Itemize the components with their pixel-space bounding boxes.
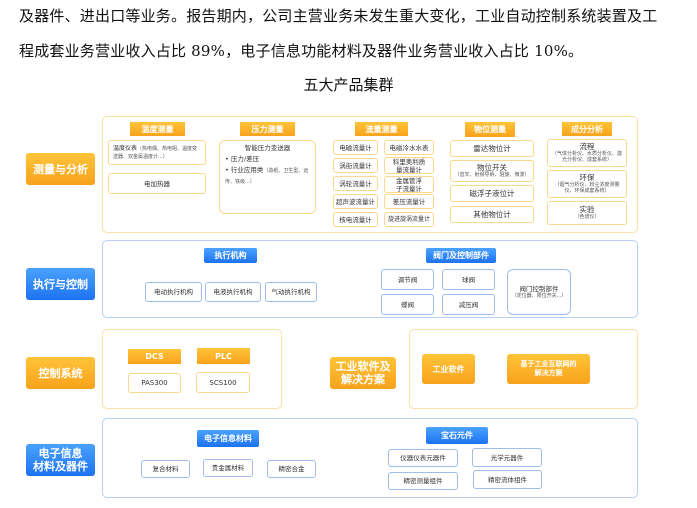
software-item: 基于工业互联网的 解决方案 (507, 354, 590, 384)
valve-item: 调节阀 (381, 269, 434, 290)
level-item-label: 其他物位计 (473, 209, 511, 219)
actuator-item: 电液执行机构 (205, 282, 261, 302)
valve-control-box: 阀门控制部件 （定位器、限位开关...） (507, 269, 571, 315)
flow-header: 流量测量 (355, 122, 408, 136)
flow-item: 金属管浮子流量计 (384, 176, 434, 193)
level-header: 物位测量 (465, 122, 515, 137)
pressure-item-label: 行业应用类 (230, 166, 264, 174)
analysis-item: 实验 （色谱仪） (547, 201, 627, 225)
gem-item: 精密流体组件 (473, 470, 542, 489)
pressure-header: 压力测量 (240, 122, 295, 136)
temperature-header: 温度测量 (130, 122, 185, 136)
pressure-item: • 压力/差压 (225, 155, 260, 163)
analysis-item-label: 环保 (579, 173, 595, 182)
paragraph-line-1: 及器件、进出口等业务。报告期内，公司主营业务未发生重大变化，工业自动控制系统装置… (19, 7, 658, 25)
level-item: 雷达物位计 (450, 140, 534, 157)
temperature-instrument-box: 温度仪表（热电偶、热电阻、温度变送器、双金属温度计...） (108, 140, 206, 165)
pressure-title: 智能压力变送器 (244, 144, 291, 152)
gems-header: 宝石元件 (426, 427, 488, 444)
temperature-instrument: 温度仪表 (113, 144, 138, 152)
gem-item: 精密测量组件 (388, 472, 458, 490)
valve-control-note: （定位器、限位开关...） (511, 293, 567, 299)
material-item: 贵金属材料 (203, 459, 253, 477)
level-item-label: 雷达物位计 (473, 143, 511, 153)
valves-header: 阀门及控制部件 (426, 248, 496, 263)
valve-control-label: 阀门控制部件 (519, 285, 559, 293)
level-item: 物位开关 （音叉、射频导纳、阻旋、微波） (450, 160, 534, 182)
category-measurement: 测量与分析 (26, 153, 95, 185)
analysis-item-note: （气体分析仪、水质分析仪、激光分析仪、成套系统） (551, 151, 622, 163)
pressure-box: 智能压力变送器 • 压力/差压 • 行业应用类（造纸、卫生型、远传、铁级...） (219, 140, 316, 214)
level-item-note: （音叉、射频导纳、阻旋、微波） (454, 172, 530, 178)
flow-item: 电磁流量计 (333, 140, 378, 155)
category-control-system: 控制系统 (26, 357, 95, 389)
valve-item: 减压阀 (442, 294, 495, 315)
pressure-item: • 行业应用类（造纸、卫生型、远传、铁级...） (225, 166, 309, 185)
valve-item: 球阀 (442, 269, 495, 290)
dcs-product: PAS300 (128, 373, 181, 393)
figure-title: 五大产品集群 (303, 76, 394, 94)
category-execution: 执行与控制 (26, 268, 95, 300)
flow-item: 科里奥利质量流量计 (384, 157, 434, 174)
electronic-panel (102, 418, 638, 498)
flow-item: 涡街流量计 (333, 158, 378, 173)
analysis-header: 成分分析 (562, 122, 612, 136)
flow-item: 超声波流量计 (333, 194, 378, 209)
flow-item: 旋进旋涡流量计 (384, 212, 434, 227)
gem-item: 仪器仪表元器件 (388, 449, 458, 467)
electric-heater: 电加热器 (144, 179, 170, 188)
flow-item: 核电流量计 (333, 212, 378, 227)
industrial-software-label: 工业软件及 解决方案 (330, 357, 396, 389)
pressure-item-label: 压力/差压 (230, 155, 260, 163)
analysis-item: 流程 （气体分析仪、水质分析仪、激光分析仪、成套系统） (547, 139, 627, 167)
actuator-item: 电动执行机构 (145, 282, 202, 302)
actuators-header: 执行机构 (204, 248, 257, 263)
level-item: 磁浮子液位计 (450, 185, 534, 202)
analysis-item-label: 流程 (579, 142, 595, 151)
plc-header: PLC (197, 348, 250, 364)
material-item: 精密合金 (267, 460, 316, 478)
analysis-item: 环保 （烟气分析仪、粉尘浓度测量仪、环保成套系统） (547, 170, 627, 198)
plc-product: SCS100 (196, 372, 250, 393)
analysis-item-note: （烟气分析仪、粉尘浓度测量仪、环保成套系统） (554, 182, 620, 194)
dcs-header: DCS (128, 349, 181, 364)
flow-item: 差压流量计 (384, 194, 434, 209)
category-electronic: 电子信息 材料及器件 (26, 444, 95, 476)
gem-item: 光学元器件 (472, 448, 542, 467)
software-item: 工业软件 (422, 354, 475, 384)
paragraph-line-2: 程成套业务营业收入占比 89%，电子信息功能材料及器件业务营业收入占比 10%。 (19, 42, 584, 60)
level-item-label: 物位开关 (477, 163, 507, 172)
level-item-label: 磁浮子液位计 (469, 188, 515, 198)
level-item: 其他物位计 (450, 206, 534, 223)
flow-item: 电磁冷水水表 (384, 140, 434, 155)
flow-item: 涡轮流量计 (333, 176, 378, 191)
materials-header: 电子信息材料 (197, 430, 259, 447)
material-item: 复合材料 (141, 460, 190, 478)
control-system-panel (102, 329, 282, 409)
valve-item: 蝶阀 (381, 294, 434, 315)
electric-heater-box: 电加热器 (108, 173, 206, 194)
analysis-item-note: （色谱仪） (574, 214, 600, 220)
analysis-item-label: 实验 (579, 205, 595, 214)
actuator-item: 气动执行机构 (265, 282, 317, 302)
